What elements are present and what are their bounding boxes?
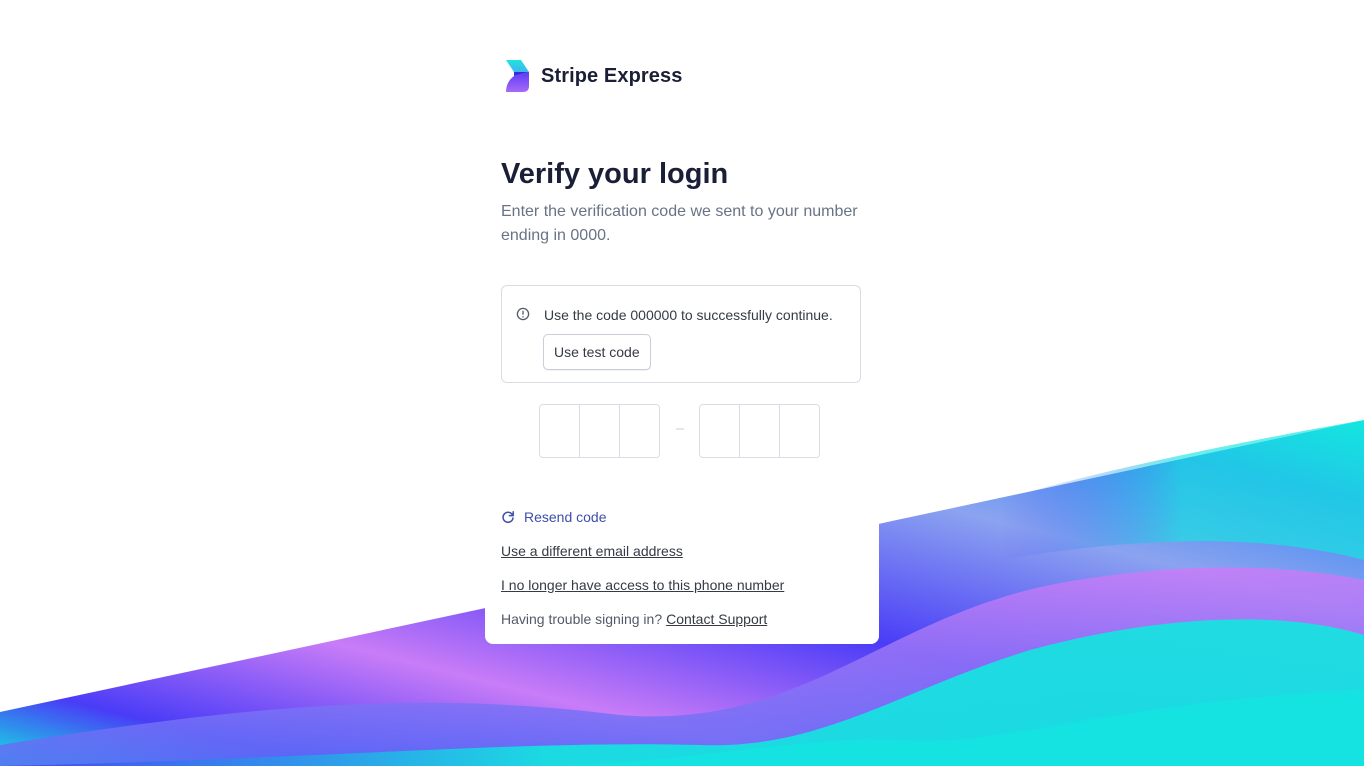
page-subtitle: Enter the verification code we sent to y… [501,203,858,244]
page: Stripe Express Verify your login Enter t… [0,0,1364,766]
trouble-text: Having trouble signing in? [501,611,663,627]
info-circle-icon [516,307,530,321]
resend-code-label: Resend code [524,509,607,525]
brand-name: Stripe Express [541,64,683,87]
refresh-icon [502,511,514,524]
code-digit-5[interactable] [740,405,780,457]
notice-text: Use the code 000000 to successfully cont… [544,307,833,323]
login-card: Stripe Express Verify your login Enter t… [485,40,879,644]
no-phone-access-link[interactable]: I no longer have access to this phone nu… [501,577,784,593]
brand-logo: Stripe Express [505,60,682,92]
code-separator [676,428,684,430]
code-digit-2[interactable] [580,405,620,457]
code-digit-3[interactable] [620,405,659,457]
contact-support-link[interactable]: Contact Support [666,611,767,627]
use-test-code-button[interactable]: Use test code [543,334,651,370]
different-email-link[interactable]: Use a different email address [501,543,683,559]
page-title: Verify your login [501,158,729,190]
support-row: Having trouble signing in? Contact Suppor… [501,611,767,627]
code-group-first [539,404,660,458]
code-group-second [699,404,820,458]
code-digit-6[interactable] [780,405,819,457]
code-digit-4[interactable] [700,405,740,457]
test-mode-notice: Use the code 000000 to successfully cont… [501,285,861,383]
resend-code-link[interactable]: Resend code [501,509,607,525]
stripe-express-logo-icon [506,60,529,92]
code-digit-1[interactable] [540,405,580,457]
